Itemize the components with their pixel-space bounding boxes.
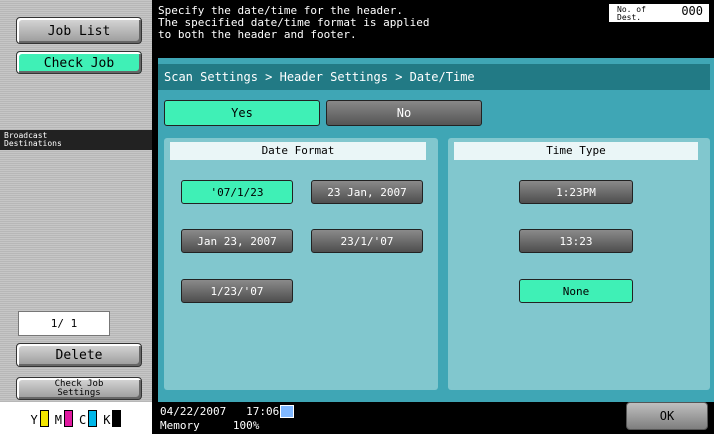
toner-bar-cyan: [88, 409, 98, 427]
main-area: Scan Settings > Header Settings > Date/T…: [152, 58, 714, 402]
toner-c: C: [79, 409, 98, 427]
toner-label: K: [103, 412, 111, 427]
destination-count: 000: [681, 4, 703, 18]
date-format-option-07-1-23[interactable]: '07/1/23: [181, 180, 293, 204]
time-type-option-none[interactable]: None: [519, 279, 633, 303]
network-icon: [280, 405, 294, 418]
message-bar: Specify the date/time for the header. Th…: [152, 0, 714, 58]
toner-label: C: [79, 412, 87, 427]
memory-value: 100%: [232, 419, 260, 432]
date-format-option-23-1-07[interactable]: 23/1/'07: [311, 229, 423, 253]
memory-label: Memory: [160, 419, 200, 432]
memory-status: Memory 100%: [160, 420, 259, 432]
time-type-option-24h[interactable]: 13:23: [519, 229, 633, 253]
date-format-option-23-jan-2007[interactable]: 23 Jan, 2007: [311, 180, 423, 204]
job-list-button[interactable]: Job List: [16, 17, 142, 44]
no-button[interactable]: No: [326, 100, 482, 126]
toner-bar-black: [112, 409, 122, 427]
date-format-section: Date Format '07/1/23 23 Jan, 2007 Jan 23…: [164, 138, 438, 390]
check-job-button[interactable]: Check Job: [16, 51, 142, 74]
breadcrumb: Scan Settings > Header Settings > Date/T…: [158, 64, 710, 90]
instruction-message: Specify the date/time for the header. Th…: [158, 4, 430, 41]
date-time: 04/22/2007 17:06: [160, 406, 279, 418]
status-bar: 04/22/2007 17:06 Memory 100% OK: [152, 402, 714, 434]
page-counter: 1/ 1: [18, 311, 110, 336]
date-format-title: Date Format: [170, 142, 426, 160]
toner-bar-yellow: [39, 409, 49, 427]
destination-counter: No. of Dest. 000: [609, 4, 709, 22]
ok-button[interactable]: OK: [626, 402, 708, 430]
toner-y: Y: [30, 409, 49, 427]
time-type-title: Time Type: [454, 142, 698, 160]
date-format-option-jan-23-2007[interactable]: Jan 23, 2007: [181, 229, 293, 253]
current-time: 17:06: [246, 405, 280, 418]
toner-m: M: [54, 409, 73, 427]
toner-label: M: [54, 412, 62, 427]
toner-bar-magenta: [64, 409, 73, 427]
settings-panel: Scan Settings > Header Settings > Date/T…: [158, 58, 714, 402]
left-sidebar: Job List Check Job Broadcast Destination…: [0, 0, 152, 434]
broadcast-destinations-label: Broadcast Destinations: [0, 130, 152, 150]
destination-count-label: No. of Dest.: [617, 5, 646, 22]
time-type-section: Time Type 1:23PM 13:23 None: [448, 138, 710, 390]
check-job-settings-button[interactable]: Check Job Settings: [16, 377, 142, 400]
delete-button[interactable]: Delete: [16, 343, 142, 367]
yes-button[interactable]: Yes: [164, 100, 320, 126]
current-date: 04/22/2007: [160, 405, 227, 418]
date-format-option-1-23-07[interactable]: 1/23/'07: [181, 279, 293, 303]
toner-label: Y: [30, 412, 38, 427]
toner-k: K: [103, 409, 122, 427]
time-type-option-12h[interactable]: 1:23PM: [519, 180, 633, 204]
toner-levels: Y M C K: [0, 402, 152, 434]
